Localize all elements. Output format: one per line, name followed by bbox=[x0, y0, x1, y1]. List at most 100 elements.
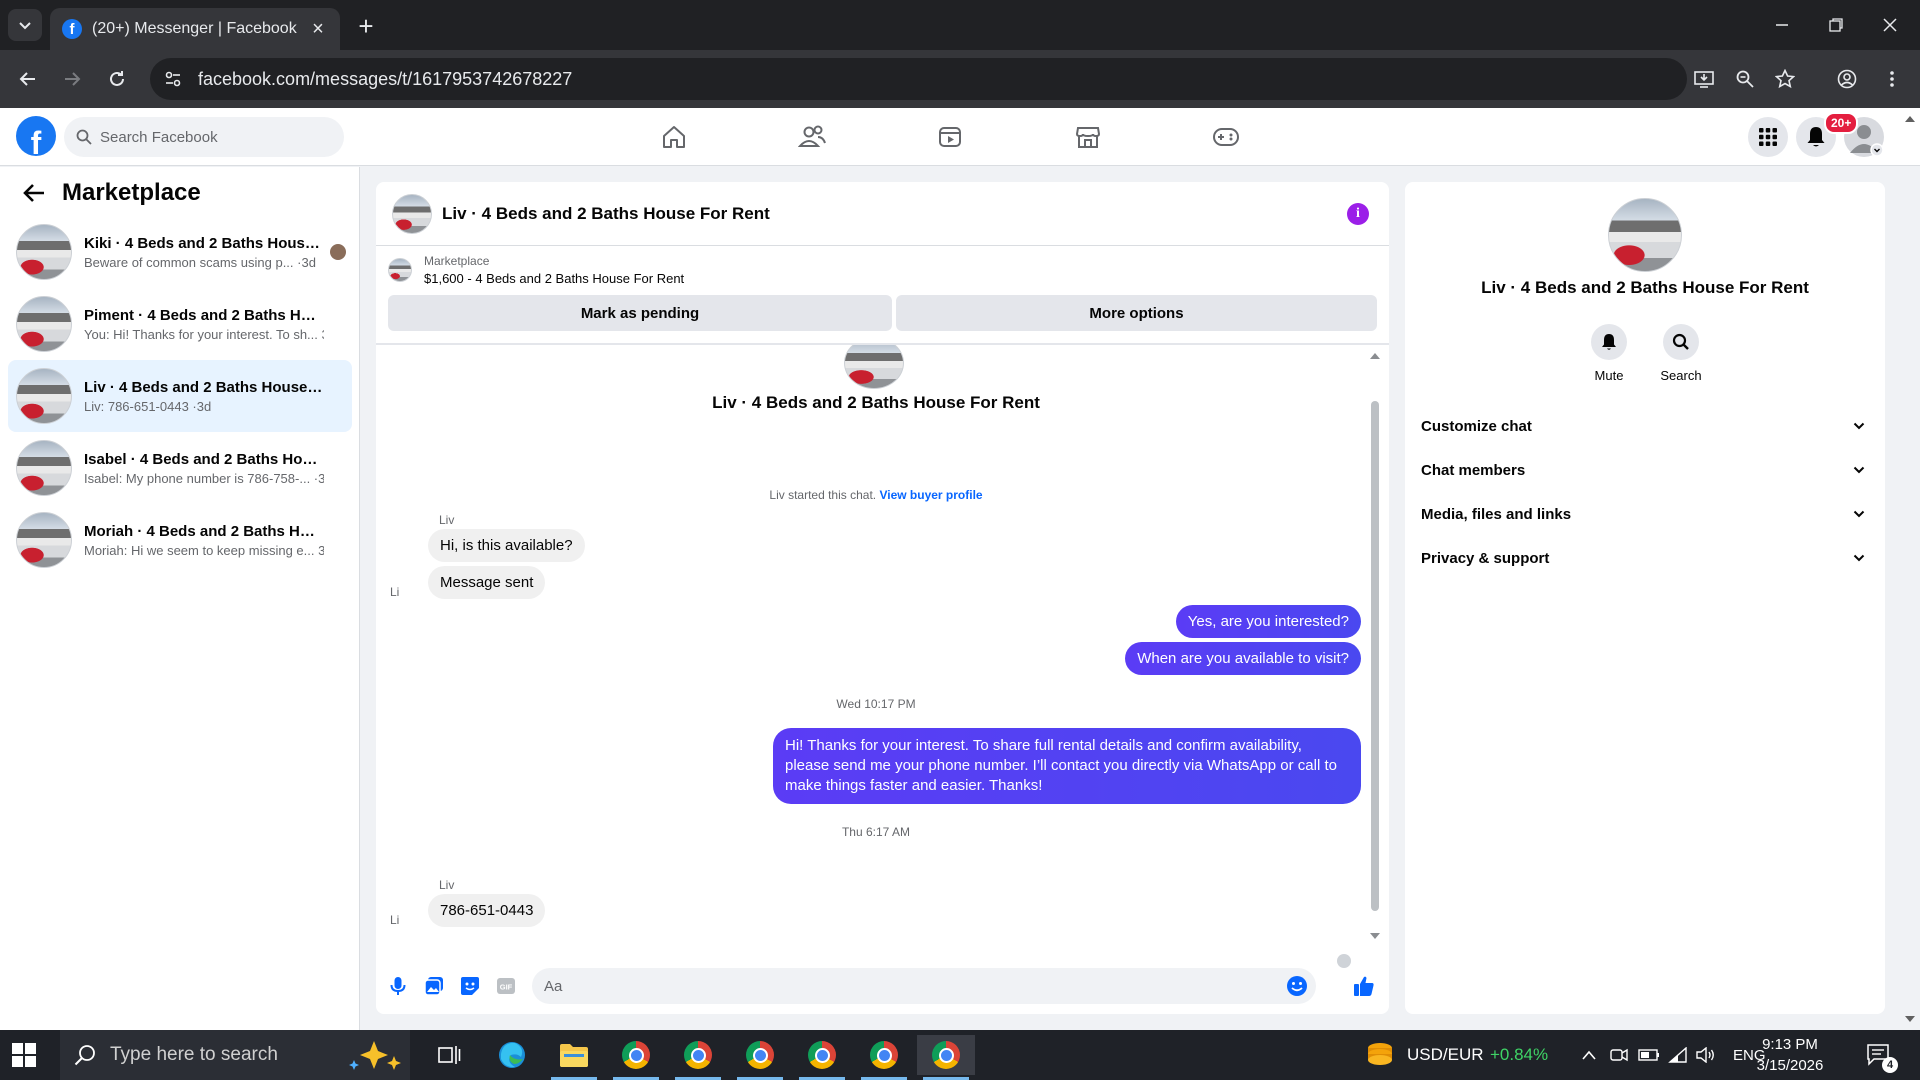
chat-title[interactable]: Liv · 4 Beds and 2 Baths House For Rent bbox=[442, 204, 770, 224]
page-scroll-down-icon[interactable] bbox=[1904, 1014, 1916, 1024]
account-circle-icon bbox=[1837, 69, 1857, 89]
outgoing-message[interactable]: Hi! Thanks for your interest. To share f… bbox=[773, 728, 1361, 804]
view-buyer-profile-link[interactable]: View buyer profile bbox=[879, 488, 982, 502]
conversation-item-active[interactable]: Liv · 4 Beds and 2 Baths House For... Li… bbox=[8, 360, 352, 432]
incoming-message[interactable]: Message sent bbox=[428, 566, 546, 599]
nav-home[interactable] bbox=[618, 112, 730, 162]
conversation-item[interactable]: Kiki · 4 Beds and 2 Baths House ... Bewa… bbox=[8, 216, 352, 288]
privacy-support-section[interactable]: Privacy & support bbox=[1421, 538, 1873, 578]
nav-video[interactable] bbox=[894, 112, 1006, 162]
chrome-app[interactable] bbox=[731, 1035, 789, 1080]
send-like-button[interactable] bbox=[1352, 974, 1376, 998]
info-title: Liv · 4 Beds and 2 Baths House For Rent bbox=[1481, 278, 1809, 297]
facebook-search[interactable] bbox=[64, 117, 344, 157]
outgoing-message[interactable]: When are you available to visit? bbox=[1125, 642, 1361, 675]
windows-start-icon[interactable] bbox=[12, 1043, 36, 1067]
mark-as-pending-button[interactable]: Mark as pending bbox=[388, 295, 892, 331]
message-input-wrapper[interactable] bbox=[532, 968, 1316, 1004]
back-button[interactable] bbox=[12, 63, 44, 95]
tab-search-button[interactable] bbox=[8, 9, 42, 41]
emoji-icon[interactable] bbox=[1286, 975, 1308, 997]
chrome-icon bbox=[932, 1041, 960, 1069]
site-settings-icon[interactable] bbox=[164, 70, 182, 88]
chrome-app[interactable] bbox=[855, 1035, 913, 1080]
sticker-button[interactable] bbox=[458, 974, 482, 998]
address-bar[interactable]: facebook.com/messages/t/1617953742678227 bbox=[150, 58, 1687, 100]
sender-avatar: Li bbox=[390, 585, 400, 599]
mute-button[interactable]: Mute bbox=[1579, 324, 1639, 383]
search-in-conversation-button[interactable]: Search bbox=[1651, 324, 1711, 383]
currency-change[interactable]: +0.84% bbox=[1490, 1030, 1548, 1080]
system-clock[interactable]: 9:13 PM 3/15/2026 bbox=[1745, 1034, 1835, 1076]
chrome-app-active[interactable] bbox=[917, 1035, 975, 1080]
browser-tab[interactable]: f (20+) Messenger | Facebook × bbox=[50, 8, 340, 50]
edge-app[interactable] bbox=[483, 1035, 541, 1075]
facebook-search-input[interactable] bbox=[100, 128, 320, 146]
scroll-up-icon[interactable] bbox=[1369, 351, 1381, 361]
more-options-button[interactable]: More options bbox=[896, 295, 1377, 331]
sticker-icon bbox=[461, 977, 479, 995]
close-tab-icon[interactable]: × bbox=[308, 18, 328, 41]
conversation-item[interactable]: Moriah · 4 Beds and 2 Baths Hous... Mori… bbox=[8, 504, 352, 576]
sender-name: Liv bbox=[439, 513, 455, 527]
message-input[interactable] bbox=[544, 977, 1286, 995]
incoming-message[interactable]: Hi, is this available? bbox=[428, 529, 585, 562]
conversation-text: Moriah · 4 Beds and 2 Baths Hous... Mori… bbox=[84, 523, 324, 558]
task-view-button[interactable] bbox=[420, 1035, 478, 1075]
chevron-down-icon bbox=[19, 22, 31, 30]
meet-now-icon[interactable] bbox=[1610, 1047, 1628, 1063]
gif-button[interactable]: GIF bbox=[494, 974, 518, 998]
new-tab-button[interactable]: + bbox=[352, 11, 380, 41]
scrollbar-thumb[interactable] bbox=[1371, 401, 1379, 911]
battery-icon[interactable] bbox=[1638, 1049, 1660, 1061]
minimize-button[interactable] bbox=[1752, 0, 1812, 50]
customize-chat-section[interactable]: Customize chat bbox=[1421, 406, 1873, 446]
bookmark-button[interactable] bbox=[1769, 63, 1801, 95]
zoom-button[interactable] bbox=[1729, 63, 1761, 95]
profile-button[interactable] bbox=[1831, 63, 1863, 95]
back-arrow-icon[interactable] bbox=[20, 179, 48, 207]
chrome-app[interactable] bbox=[793, 1035, 851, 1080]
nav-gaming[interactable] bbox=[1170, 112, 1282, 162]
media-files-links-section[interactable]: Media, files and links bbox=[1421, 494, 1873, 534]
chat-members-section[interactable]: Chat members bbox=[1421, 450, 1873, 490]
wifi-icon[interactable] bbox=[1668, 1047, 1688, 1063]
browser-menu-button[interactable] bbox=[1876, 63, 1908, 95]
facebook-logo[interactable]: f bbox=[16, 116, 56, 156]
restore-button[interactable] bbox=[1806, 0, 1866, 50]
nav-friends[interactable] bbox=[756, 112, 868, 162]
attach-photo-button[interactable] bbox=[422, 974, 446, 998]
thread-scrollbar[interactable] bbox=[1369, 351, 1381, 941]
conversation-item[interactable]: Isabel · 4 Beds and 2 Baths House ... Is… bbox=[8, 432, 352, 504]
chrome-app[interactable] bbox=[669, 1035, 727, 1080]
taskbar-search[interactable]: Type here to search bbox=[60, 1030, 410, 1080]
listing-summary[interactable]: Marketplace $1,600 - 4 Beds and 2 Baths … bbox=[388, 254, 684, 286]
section-label: Media, files and links bbox=[1421, 505, 1572, 523]
listing-thumbnail bbox=[16, 224, 72, 280]
volume-icon[interactable] bbox=[1696, 1047, 1716, 1063]
page-scroll-up-icon[interactable] bbox=[1904, 114, 1916, 124]
scroll-down-icon[interactable] bbox=[1369, 931, 1381, 941]
conversation-name: Isabel · 4 Beds and 2 Baths House ... bbox=[84, 450, 324, 468]
conversation-preview: Isabel: My phone number is 786-758-... ·… bbox=[84, 470, 324, 486]
conversation-item[interactable]: Piment · 4 Beds and 2 Baths Hous... You:… bbox=[8, 288, 352, 360]
voice-clip-button[interactable] bbox=[386, 974, 410, 998]
install-app-button[interactable] bbox=[1688, 63, 1720, 95]
search-label: Search bbox=[1660, 368, 1702, 383]
chevron-up-icon[interactable] bbox=[1582, 1050, 1596, 1060]
outgoing-message[interactable]: Yes, are you interested? bbox=[1175, 605, 1361, 638]
coins-icon[interactable] bbox=[1366, 1040, 1394, 1070]
info-avatar bbox=[1608, 198, 1682, 272]
bell-icon bbox=[1807, 127, 1825, 147]
file-explorer-app[interactable] bbox=[545, 1035, 603, 1080]
close-window-button[interactable] bbox=[1860, 0, 1920, 50]
conversation-info-icon[interactable]: i bbox=[1347, 203, 1369, 225]
reload-button[interactable] bbox=[101, 63, 133, 95]
incoming-message[interactable]: 786-651-0443 bbox=[428, 894, 546, 927]
forward-button[interactable] bbox=[56, 63, 88, 95]
chat-avatar[interactable] bbox=[392, 193, 432, 234]
menu-button[interactable] bbox=[1748, 117, 1788, 157]
currency-label[interactable]: USD/EUR bbox=[1407, 1030, 1484, 1080]
nav-marketplace[interactable] bbox=[1032, 112, 1144, 162]
chrome-app[interactable] bbox=[607, 1035, 665, 1080]
